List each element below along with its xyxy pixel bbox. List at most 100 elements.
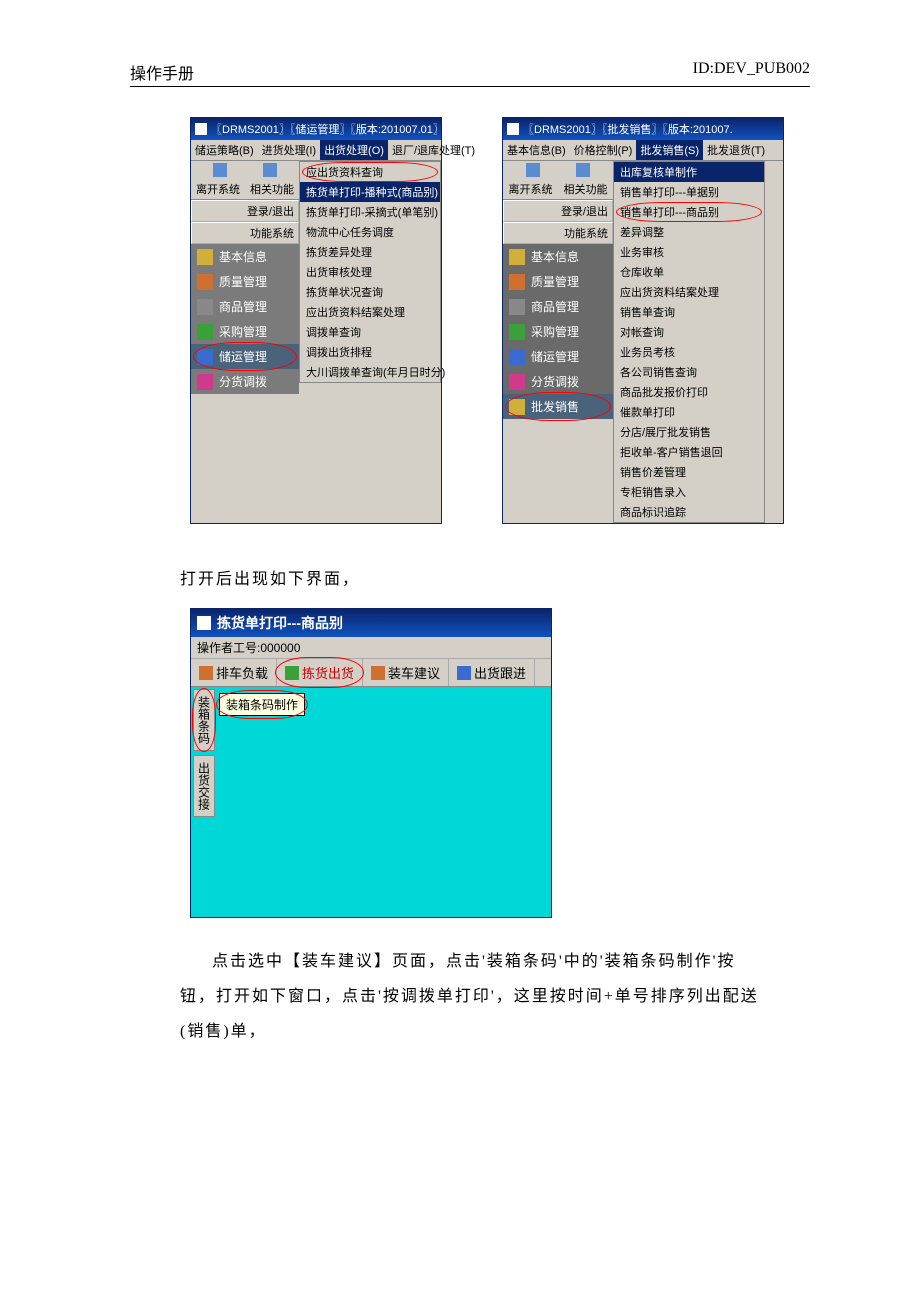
menu-item[interactable]: 拣货单状况查询 xyxy=(300,282,440,302)
coins-icon xyxy=(509,399,525,415)
login-button[interactable]: 登录/退出 xyxy=(503,200,613,222)
nav-basic-info[interactable]: 基本信息 xyxy=(503,244,613,269)
title-text-2: 〖DRMS2001〗〖批发销售〗〖版本:201007. xyxy=(523,121,733,137)
truck-icon xyxy=(197,349,213,365)
nav-purchase[interactable]: 采购管理 xyxy=(503,319,613,344)
operator-row: 操作者工号:000000 xyxy=(191,637,551,659)
menu-item-highlight[interactable]: 出库复核单制作 xyxy=(614,162,764,182)
app-icon xyxy=(195,123,207,135)
titlebar-1: 〖DRMS2001〗〖储运管理〗〖版本:201007.01〗〖 xyxy=(191,118,441,140)
pencil-icon xyxy=(197,324,213,340)
sidebar-2: 离开系统 相关功能 登录/退出 功能系统 基本信息 质量管理 商品管理 采购管理… xyxy=(503,161,613,419)
menu-item-highlight[interactable]: 拣货单打印-播种式(商品别) xyxy=(300,182,440,202)
tab-ship-track[interactable]: 出货跟进 xyxy=(449,659,535,686)
menu-item[interactable]: 各公司销售查询 xyxy=(614,362,764,382)
tooltip-box-barcode: 装箱条码制作 xyxy=(219,693,305,716)
menu-item[interactable]: 拒收单-客户销售退回 xyxy=(614,442,764,462)
door-icon xyxy=(213,163,227,177)
boxes-icon xyxy=(509,374,525,390)
menu-item[interactable]: 储运策略(B) xyxy=(191,140,258,160)
menu-item[interactable]: 催款单打印 xyxy=(614,402,764,422)
scissors-icon xyxy=(197,274,213,290)
menu-item[interactable]: 出货审核处理 xyxy=(300,262,440,282)
menu-item[interactable]: 业务审核 xyxy=(614,242,764,262)
vtab-box-barcode[interactable]: 装箱条码 xyxy=(193,689,215,751)
menu-item[interactable]: 调拨单查询 xyxy=(300,322,440,342)
menu-item[interactable]: 商品批发报价打印 xyxy=(614,382,764,402)
boxes-icon xyxy=(197,374,213,390)
grid-icon xyxy=(576,163,590,177)
menu-item[interactable]: 业务员考核 xyxy=(614,342,764,362)
menu-item[interactable]: 仓库收单 xyxy=(614,262,764,282)
menu-item[interactable]: 退厂/退库处理(T) xyxy=(388,140,479,160)
menu-item[interactable]: 拣货差异处理 xyxy=(300,242,440,262)
menu-item[interactable]: 应出货资料结案处理 xyxy=(614,282,764,302)
menu-item[interactable]: 批发退货(T) xyxy=(703,140,769,160)
paragraph-2: 点击选中【装车建议】页面，点击'装箱条码'中的'装箱条码制作'按钮，打开如下窗口… xyxy=(180,944,760,1050)
pencil-icon xyxy=(509,324,525,340)
nav-storage[interactable]: 储运管理 xyxy=(503,344,613,369)
nav-wholesale[interactable]: 批发销售 xyxy=(503,394,613,419)
vtab-ship-handover[interactable]: 出货交接 xyxy=(193,755,215,817)
nav-product[interactable]: 商品管理 xyxy=(191,294,299,319)
tab-schedule[interactable]: 排车负载 xyxy=(191,659,277,686)
sidebar-1: 离开系统 相关功能 登录/退出 功能系统 基本信息 质量管理 商品管理 采购管理… xyxy=(191,161,299,394)
grid-icon xyxy=(263,163,277,177)
nav-quality[interactable]: 质量管理 xyxy=(503,269,613,294)
vertical-tabs[interactable]: 装箱条码 出货交接 装箱条码制作 xyxy=(191,687,217,917)
menubar-1[interactable]: 储运策略(B) 进货处理(I) 出货处理(O) 退厂/退库处理(T) xyxy=(191,140,441,161)
menu-item[interactable]: 分店/展厅批发销售 xyxy=(614,422,764,442)
menu-item[interactable]: 应出货资料结案处理 xyxy=(300,302,440,322)
app-window-3: 拣货单打印---商品别 操作者工号:000000 排车负载 拣货出货 装车建议 … xyxy=(190,608,552,918)
menu-item[interactable]: 价格控制(P) xyxy=(570,140,637,160)
related-func-button[interactable]: 相关功能 xyxy=(245,179,299,199)
menu-item[interactable]: 大川调拨单查询(年月日时分) xyxy=(300,362,440,382)
titlebar-2: 〖DRMS2001〗〖批发销售〗〖版本:201007. xyxy=(503,118,783,140)
menu-item[interactable]: 对帐查询 xyxy=(614,322,764,342)
tab-load-suggest[interactable]: 装车建议 xyxy=(363,659,449,686)
nav-quality[interactable]: 质量管理 xyxy=(191,269,299,294)
leave-system-button[interactable]: 离开系统 xyxy=(503,179,558,199)
menu-item[interactable]: 基本信息(B) xyxy=(503,140,570,160)
nav-storage[interactable]: 储运管理 xyxy=(191,344,299,369)
app-icon xyxy=(197,616,211,630)
nav-purchase[interactable]: 采购管理 xyxy=(191,319,299,344)
menu-item[interactable]: 调拨出货排程 xyxy=(300,342,440,362)
menu-item-active[interactable]: 批发销售(S) xyxy=(636,140,703,160)
menu-item[interactable]: 进货处理(I) xyxy=(258,140,320,160)
leave-system-button[interactable]: 离开系统 xyxy=(191,179,245,199)
menu-item[interactable]: 销售价差管理 xyxy=(614,462,764,482)
menubar-2[interactable]: 基本信息(B) 价格控制(P) 批发销售(S) 批发退货(T) xyxy=(503,140,783,161)
nav-dispatch[interactable]: 分货调拨 xyxy=(191,369,299,394)
title-text-3: 拣货单打印---商品别 xyxy=(217,613,343,633)
menu-item[interactable]: 物流中心任务调度 xyxy=(300,222,440,242)
related-func-button[interactable]: 相关功能 xyxy=(558,179,613,199)
menu-item-active[interactable]: 出货处理(O) xyxy=(320,140,388,160)
menu-item[interactable]: 拣货单打印-采摘式(单笔别) xyxy=(300,202,440,222)
tab-bar[interactable]: 排车负载 拣货出货 装车建议 出货跟进 xyxy=(191,659,551,687)
function-system-button[interactable]: 功能系统 xyxy=(191,222,299,244)
scissors-icon xyxy=(509,274,525,290)
menu-item-marked[interactable]: 销售单打印---商品别 xyxy=(614,202,764,222)
menu-item[interactable]: 应出货资料查询 xyxy=(300,162,440,182)
titlebar-3: 拣货单打印---商品别 xyxy=(191,609,551,637)
menu-item[interactable]: 销售单查询 xyxy=(614,302,764,322)
nav-dispatch[interactable]: 分货调拨 xyxy=(503,369,613,394)
dropdown-menu-2[interactable]: 出库复核单制作 销售单打印---单据别 销售单打印---商品别 差异调整 业务审… xyxy=(613,161,765,523)
function-system-button[interactable]: 功能系统 xyxy=(503,222,613,244)
dropdown-menu-1[interactable]: 应出货资料查询 拣货单打印-播种式(商品别) 拣货单打印-采摘式(单笔别) 物流… xyxy=(299,161,441,383)
nav-basic-info[interactable]: 基本信息 xyxy=(191,244,299,269)
menu-item[interactable]: 专柜销售录入 xyxy=(614,482,764,502)
menu-item[interactable]: 差异调整 xyxy=(614,222,764,242)
tab-pick-ship[interactable]: 拣货出货 xyxy=(277,659,363,686)
barcode-icon xyxy=(197,299,213,315)
nav-product[interactable]: 商品管理 xyxy=(503,294,613,319)
login-button[interactable]: 登录/退出 xyxy=(191,200,299,222)
menu-item[interactable]: 商品标识追踪 xyxy=(614,502,764,522)
menu-item[interactable]: 销售单打印---单据别 xyxy=(614,182,764,202)
paragraph-1: 打开后出现如下界面， xyxy=(180,564,810,596)
title-text-1: 〖DRMS2001〗〖储运管理〗〖版本:201007.01〗〖 xyxy=(211,121,441,137)
screenshot-row: 〖DRMS2001〗〖储运管理〗〖版本:201007.01〗〖 储运策略(B) … xyxy=(190,117,810,524)
door-icon xyxy=(526,163,540,177)
header-right: ID:DEV_PUB002 xyxy=(693,60,810,84)
